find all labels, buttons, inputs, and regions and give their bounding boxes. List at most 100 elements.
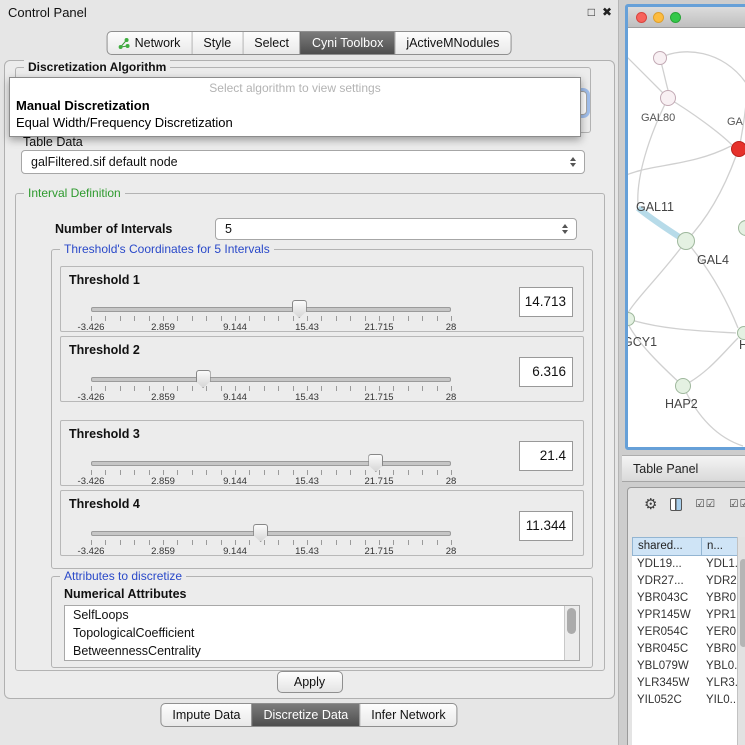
list-item[interactable]: SelfLoops [65,606,579,624]
slider-tick [120,386,121,391]
tab-infer-network[interactable]: Infer Network [359,704,456,726]
table-row[interactable]: YLR345WYLR3... [632,675,745,692]
slider-tick [149,470,150,475]
table-scrollbar[interactable] [737,537,745,745]
slider-tick [221,540,222,545]
tab-network[interactable]: Network [108,32,192,54]
network-node[interactable] [653,51,667,65]
apply-button[interactable]: Apply [277,671,343,693]
tab-discretize-data[interactable]: Discretize Data [252,704,360,726]
float-window-icon[interactable]: □ [588,5,595,19]
cell-shared-name: YIL052C [632,692,702,709]
network-canvas[interactable]: GAL80 GA GAL11 GAL4 GCY1 H HAP2 [628,28,745,448]
slider-track[interactable] [91,377,451,382]
scrollbar-thumb[interactable] [740,559,745,647]
table-row[interactable]: YDR27...YDR2... [632,573,745,590]
slider-tick [365,470,366,475]
slider-tick [221,316,222,321]
network-node[interactable] [660,90,676,106]
tab-select[interactable]: Select [242,32,300,54]
table-row[interactable]: YPR145WYPR1... [632,607,745,624]
slider-tick [91,470,92,475]
dropdown-option-equal-width[interactable]: Equal Width/Frequency Discretization [10,114,580,131]
network-node[interactable] [677,232,695,250]
zoom-traffic-light-icon[interactable] [670,12,681,23]
number-of-intervals-label: Number of Intervals [55,222,172,236]
threshold-3-slider[interactable]: -3.4262.8599.14415.4321.71528 [91,455,451,487]
network-view-window: GAL80 GA GAL11 GAL4 GCY1 H HAP2 [625,4,745,450]
slider-tick [177,386,178,391]
table-row[interactable]: YDL19...YDL1... [632,556,745,573]
control-panel-titlebar: Control Panel □ ✖ [0,0,618,24]
tab-style[interactable]: Style [191,32,242,54]
tab-jactivemnodules[interactable]: jActiveMNodules [394,32,510,54]
slider-scale-label: -3.426 [78,546,105,557]
dropdown-option-manual-discretization[interactable]: Manual Discretization [10,97,580,114]
slider-tick [336,540,337,545]
slider-tick [321,470,322,475]
slider-tick [437,386,438,391]
table-row[interactable]: YBR043CYBR0... [632,590,745,607]
slider-tick [293,540,294,545]
threshold-label: Threshold 4 [69,497,140,511]
tab-cyni-toolbox[interactable]: Cyni Toolbox [300,32,394,54]
slider-tick [422,316,423,321]
numerical-attributes-list[interactable]: SelfLoops TopologicalCoefficient Between… [64,605,580,661]
thresholds-group: Threshold's Coordinates for 5 Intervals … [51,249,593,569]
table-row[interactable]: YBL079WYBL0... [632,658,745,675]
slider-tick [293,316,294,321]
slider-tick [206,316,207,321]
network-window-titlebar[interactable] [628,7,745,28]
tab-impute-data[interactable]: Impute Data [161,704,251,726]
threshold-2-slider[interactable]: -3.4262.8599.14415.4321.71528 [91,371,451,403]
table-row[interactable]: YIL052CYIL0... [632,692,745,709]
slider-tick [379,316,380,321]
slider-tick [177,540,178,545]
slider-tick [321,386,322,391]
threshold-1-slider[interactable]: -3.4262.8599.14415.4321.71528 [91,301,451,333]
column-header-shared-name[interactable]: shared... [632,537,702,556]
select-columns-icon[interactable]: ☑☑ [695,498,716,510]
slider-track[interactable] [91,531,451,536]
table-row[interactable]: YBR045CYBR0... [632,641,745,658]
tab-label: Style [203,36,231,50]
table-data-select-value: galFiltered.sif default node [22,155,565,169]
list-item[interactable]: TopologicalCoefficient [65,624,579,642]
slider-tick [149,540,150,545]
slider-tick [120,470,121,475]
table-data-select[interactable]: galFiltered.sif default node [21,150,585,174]
dropdown-arrows-icon [557,224,573,234]
slider-tick [134,386,135,391]
slider-track[interactable] [91,307,451,312]
group-label: Discretization Algorithm [24,60,170,74]
algorithm-dropdown-popup: Select algorithm to view settings Manual… [9,77,581,137]
threshold-4-value-field[interactable]: 11.344 [519,511,573,541]
threshold-2-value-field[interactable]: 6.316 [519,357,573,387]
gear-icon[interactable]: ⚙ [644,495,657,513]
close-traffic-light-icon[interactable] [636,12,647,23]
list-item[interactable]: BetweennessCentrality [65,642,579,660]
select-rows-icon[interactable]: ☑☑ [729,498,745,510]
slider-tick [235,540,236,545]
network-node[interactable] [675,378,691,394]
columns-icon[interactable] [670,498,682,511]
network-node-selected[interactable] [731,141,745,157]
slider-tick [379,386,380,391]
tab-label: Select [254,36,289,50]
slider-tick [350,470,351,475]
table-data-label: Table Data [23,135,83,149]
slider-scale-label: 9.144 [223,322,247,333]
minimize-traffic-light-icon[interactable] [653,12,664,23]
threshold-4-slider[interactable]: -3.4262.8599.14415.4321.71528 [91,525,451,557]
close-icon[interactable]: ✖ [602,5,612,19]
slider-track[interactable] [91,461,451,466]
slider-tick [379,470,380,475]
slider-tick [249,386,250,391]
threshold-1-value-field[interactable]: 14.713 [519,287,573,317]
number-of-intervals-select[interactable]: 5 [215,218,577,240]
list-scrollbar[interactable] [564,606,579,660]
scrollbar-thumb[interactable] [567,608,576,634]
threshold-3-value-field[interactable]: 21.4 [519,441,573,471]
table-row[interactable]: YER054CYER0... [632,624,745,641]
slider-tick [206,470,207,475]
